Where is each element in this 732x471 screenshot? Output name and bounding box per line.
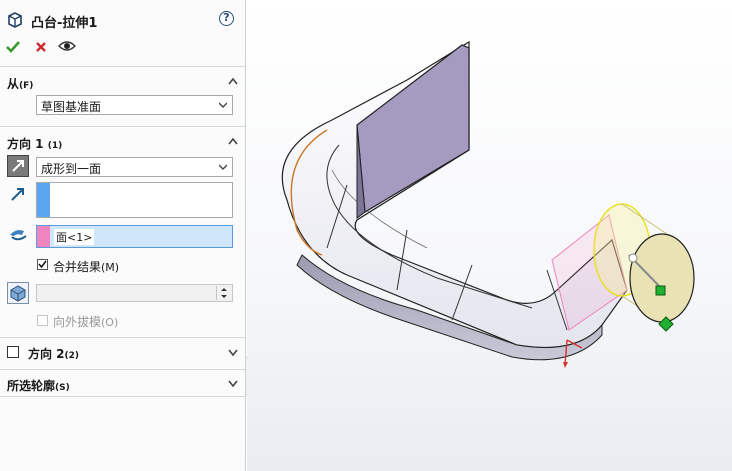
contours-shortcut: (S)	[55, 383, 70, 393]
wall-plate[interactable]	[356, 44, 470, 219]
merge-result-checkbox[interactable]	[37, 259, 48, 270]
end-condition-select[interactable]: 成形到一面	[36, 157, 233, 177]
chevron-up-icon[interactable]	[228, 136, 238, 146]
divider	[0, 126, 245, 127]
selection-color-swatch	[37, 226, 50, 247]
face-selection-item[interactable]: 面<1>	[54, 229, 95, 245]
chevron-down-icon[interactable]	[228, 347, 238, 357]
direction2-title: 方向 2	[28, 347, 65, 361]
contours-title: 所选轮廓	[7, 379, 56, 393]
direction1-title: 方向 1	[7, 137, 44, 151]
divider	[0, 66, 245, 67]
direction1-shortcut: (1)	[47, 141, 63, 151]
start-condition-select[interactable]: 草图基准面	[36, 95, 233, 115]
direction-color-swatch	[37, 183, 50, 217]
chevron-down-icon	[219, 164, 227, 170]
contours-section-header[interactable]: 所选轮廓(S)	[7, 377, 70, 394]
from-shortcut: (F)	[19, 81, 34, 91]
cancel-icon[interactable]	[35, 41, 47, 53]
divider	[0, 337, 245, 338]
depth-icon[interactable]	[7, 282, 29, 304]
graphics-viewport[interactable]	[247, 0, 732, 471]
merge-result-label: 合并结果(M)	[53, 260, 120, 274]
chevron-down-icon	[219, 102, 227, 108]
from-section-header[interactable]: 从(F)	[7, 75, 33, 92]
draft-outward-checkbox[interactable]	[37, 315, 48, 326]
help-icon[interactable]: ?	[219, 11, 234, 26]
drag-handle[interactable]	[655, 285, 666, 296]
chevron-down-icon[interactable]	[228, 378, 238, 388]
from-title: 从	[7, 77, 20, 91]
face-selection-field[interactable]: 面<1>	[36, 225, 233, 248]
feature-title: 凸台-拉伸1	[31, 16, 98, 31]
spinner[interactable]	[216, 286, 231, 300]
eye-icon[interactable]	[58, 39, 76, 53]
direction2-checkbox[interactable]	[7, 346, 19, 358]
property-manager-panel: 凸台-拉伸1 ? 从(F) 草图基准面 方向 1 (1) 成形到一面 面<1> …	[0, 0, 246, 471]
direction1-section-header[interactable]: 方向 1 (1)	[7, 135, 62, 152]
part-icon	[8, 12, 22, 28]
face-select-icon	[10, 230, 27, 241]
end-condition-value: 成形到一面	[41, 162, 102, 176]
direction-vector-icon	[11, 188, 24, 201]
divider	[0, 396, 245, 397]
reverse-direction-icon[interactable]	[7, 155, 29, 177]
chevron-up-icon[interactable]	[228, 76, 238, 86]
model-view	[281, 40, 695, 368]
divider	[0, 369, 245, 370]
direction-vector-field[interactable]	[36, 182, 233, 218]
draft-angle-field[interactable]	[36, 284, 233, 302]
direction2-shortcut: (2)	[64, 351, 80, 361]
start-condition-value: 草图基准面	[41, 100, 102, 114]
draft-outward-label: 向外拔模(O)	[53, 315, 119, 329]
accept-icon[interactable]	[6, 40, 20, 54]
direction2-section-header[interactable]: 方向 2(2)	[28, 345, 79, 362]
